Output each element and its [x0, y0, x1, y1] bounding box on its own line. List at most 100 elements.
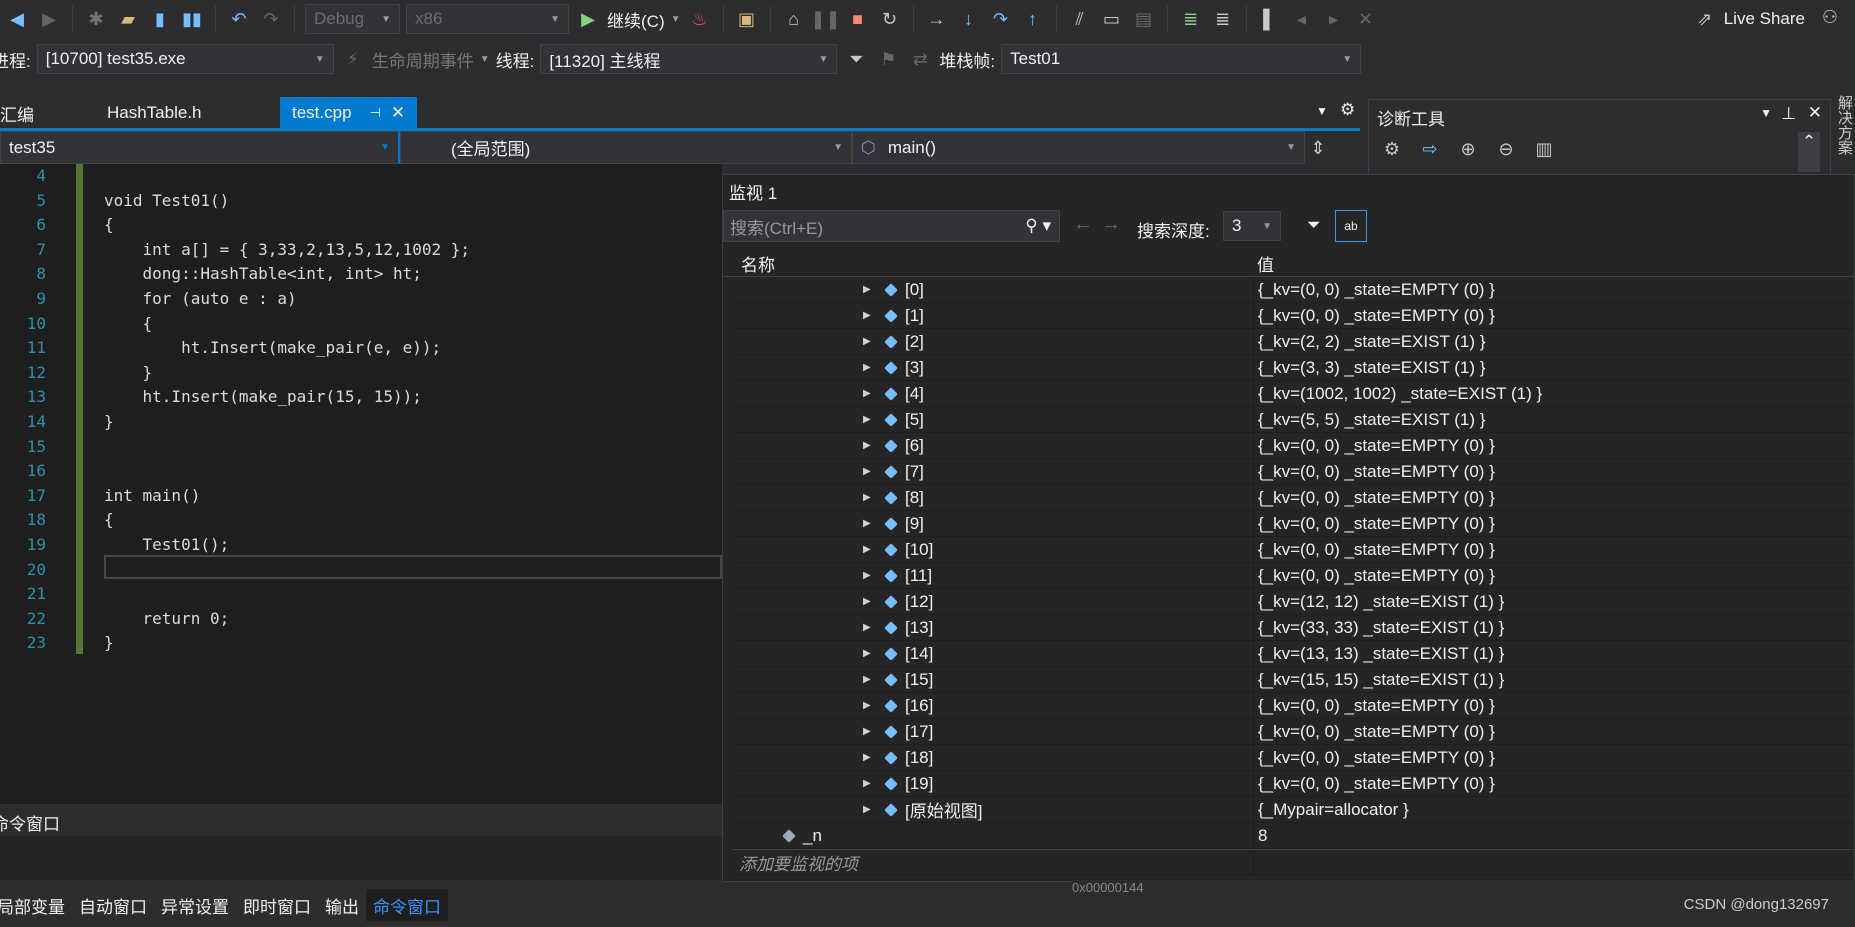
- expand-icon[interactable]: ▶: [863, 518, 871, 529]
- watch-row[interactable]: ▶ [14] {_kv=(13, 13) _state=EXIST (1) }: [733, 641, 1854, 667]
- expand-icon[interactable]: ▶: [863, 570, 871, 581]
- expand-icon[interactable]: ▶: [863, 622, 871, 633]
- watch-row[interactable]: ▶ [2] {_kv=(2, 2) _state=EXIST (1) }: [733, 329, 1854, 355]
- close-icon[interactable]: ✕: [1808, 103, 1822, 123]
- watch-row[interactable]: ▶ [1] {_kv=(0, 0) _state=EMPTY (0) }: [733, 303, 1854, 329]
- watch-row[interactable]: ▶ [0] {_kv=(0, 0) _state=EMPTY (0) }: [733, 277, 1854, 303]
- expand-icon[interactable]: ▶: [863, 310, 871, 321]
- prev-bookmark-icon[interactable]: ◂: [1289, 6, 1315, 32]
- bottom-tab[interactable]: 异常设置: [154, 889, 236, 921]
- split-icon[interactable]: ⇕: [1305, 135, 1331, 161]
- find-file-icon[interactable]: ▣: [734, 6, 760, 32]
- bottom-tab[interactable]: 输出: [318, 889, 366, 921]
- expand-icon[interactable]: ▶: [863, 648, 871, 659]
- watch-row[interactable]: _n 8: [733, 823, 1854, 849]
- chart-icon[interactable]: ▥: [1531, 136, 1557, 162]
- pin-icon[interactable]: ⊣: [370, 105, 381, 121]
- show-next-statement-icon[interactable]: →: [924, 6, 950, 32]
- watch-row[interactable]: ▶ [5] {_kv=(5, 5) _state=EXIST (1) }: [733, 407, 1854, 433]
- expand-icon[interactable]: ▶: [863, 466, 871, 477]
- search-depth-select[interactable]: 3 ▼: [1223, 211, 1281, 241]
- expand-icon[interactable]: ▶: [863, 596, 871, 607]
- solution-explorer-side-tab[interactable]: 解决方案: [1836, 95, 1855, 155]
- open-folder-icon[interactable]: ▰: [115, 6, 141, 32]
- watch-row[interactable]: ▶ [16] {_kv=(0, 0) _state=EMPTY (0) }: [733, 693, 1854, 719]
- watch-row[interactable]: ▶ [9] {_kv=(0, 0) _state=EMPTY (0) }: [733, 511, 1854, 537]
- bottom-tab[interactable]: 局部变量: [0, 889, 72, 921]
- select-icon[interactable]: ▭: [1099, 6, 1125, 32]
- project-select[interactable]: test35 ▼: [0, 131, 400, 164]
- code-editor[interactable]: 4 5 void Test01() 6 {7 int a[] = { 3,33,2,13…: [0, 164, 722, 804]
- chevron-down-icon[interactable]: ▼: [480, 54, 490, 65]
- search-icon[interactable]: ⚲ ▾: [1025, 216, 1051, 236]
- toggle-icon[interactable]: ⇄: [907, 46, 933, 72]
- hex-icon[interactable]: ⫽: [1067, 6, 1093, 32]
- tab-disassembly[interactable]: 汇编: [0, 97, 95, 129]
- expand-icon[interactable]: ▶: [863, 336, 871, 347]
- chevron-down-icon[interactable]: ▼: [671, 14, 681, 25]
- config-select[interactable]: Debug ▼: [305, 4, 400, 34]
- expand-icon[interactable]: ▶: [863, 804, 871, 815]
- member-select[interactable]: ⬡ main() ▼: [852, 131, 1305, 164]
- bottom-tab[interactable]: 命令窗口: [366, 889, 448, 921]
- dropdown-icon[interactable]: ▼: [1760, 106, 1772, 120]
- expand-icon[interactable]: ▶: [863, 492, 871, 503]
- live-share-button[interactable]: ⇗ Live Share: [1692, 6, 1805, 32]
- expand-icon[interactable]: ▶: [863, 726, 871, 737]
- thread-select[interactable]: [11320] 主线程 ▼: [540, 44, 838, 74]
- undo-icon[interactable]: ↶: [226, 6, 252, 32]
- expand-icon[interactable]: ▶: [863, 414, 871, 425]
- step-over-icon[interactable]: ↷: [988, 6, 1014, 32]
- indent-icon[interactable]: ≣: [1178, 6, 1204, 32]
- app-home-icon[interactable]: ⌂: [781, 6, 807, 32]
- play-icon[interactable]: ▶: [575, 6, 601, 32]
- settings-icon[interactable]: ⚙: [1379, 136, 1405, 162]
- tab-hashtable-h[interactable]: HashTable.h: [95, 97, 280, 129]
- watch-row[interactable]: ▶ [3] {_kv=(3, 3) _state=EXIST (1) }: [733, 355, 1854, 381]
- filter-pin-icon[interactable]: ⏷: [1307, 215, 1321, 235]
- next-bookmark-icon[interactable]: ▸: [1321, 6, 1347, 32]
- expand-icon[interactable]: ▶: [863, 752, 871, 763]
- settings-icon[interactable]: ⚙: [1340, 100, 1355, 120]
- watch-row[interactable]: ▶ [7] {_kv=(0, 0) _state=EMPTY (0) }: [733, 459, 1854, 485]
- forward-icon[interactable]: ▶: [36, 6, 62, 32]
- pause-icon[interactable]: ❚❚: [810, 6, 840, 32]
- restart-icon[interactable]: ↻: [877, 6, 903, 32]
- expand-icon[interactable]: ▶: [863, 362, 871, 373]
- expand-icon[interactable]: ▶: [863, 440, 871, 451]
- watch-row[interactable]: ▶ [12] {_kv=(12, 12) _state=EXIST (1) }: [733, 589, 1854, 615]
- watch-row[interactable]: ▶ [10] {_kv=(0, 0) _state=EMPTY (0) }: [733, 537, 1854, 563]
- stack-frame-select[interactable]: Test01 ▼: [1001, 44, 1362, 74]
- zoom-out-icon[interactable]: ⊖: [1493, 136, 1519, 162]
- continue-button[interactable]: 继续(C): [607, 7, 665, 32]
- watch-search-input[interactable]: 搜索(Ctrl+E) ⚲ ▾: [723, 210, 1060, 242]
- column-name[interactable]: 名称: [723, 251, 1253, 276]
- watch-row[interactable]: ▶ [4] {_kv=(1002, 1002) _state=EXIST (1) }: [733, 381, 1854, 407]
- expand-icon[interactable]: ▶: [863, 388, 871, 399]
- view-as-text-icon[interactable]: ab: [1335, 210, 1367, 242]
- command-window-body[interactable]: [0, 836, 722, 880]
- add-watch-row[interactable]: 添加要监视的项: [733, 849, 1854, 875]
- expand-icon[interactable]: ▶: [863, 700, 871, 711]
- back-icon[interactable]: ◀: [4, 6, 30, 32]
- step-into-icon[interactable]: ↓: [956, 6, 982, 32]
- redo-icon[interactable]: ↷: [258, 6, 284, 32]
- watch-row[interactable]: ▶ [15] {_kv=(15, 15) _state=EXIST (1) }: [733, 667, 1854, 693]
- forward-arrow-icon[interactable]: →: [1101, 213, 1121, 236]
- tab-list-dropdown-icon[interactable]: ▼: [1316, 104, 1328, 118]
- watch-row[interactable]: ▶ [17] {_kv=(0, 0) _state=EMPTY (0) }: [733, 719, 1854, 745]
- scope-select[interactable]: (全局范围) ▼: [400, 131, 852, 164]
- export-icon[interactable]: ⇨: [1417, 136, 1443, 162]
- zoom-in-icon[interactable]: ⊕: [1455, 136, 1481, 162]
- watch-row[interactable]: ▶ [原始视图] {_Mypair=allocator }: [733, 797, 1854, 823]
- clear-bookmark-icon[interactable]: ✕: [1353, 6, 1379, 32]
- bookmark-icon[interactable]: ▌: [1257, 6, 1283, 32]
- watch-row[interactable]: ▶ [18] {_kv=(0, 0) _state=EMPTY (0) }: [733, 745, 1854, 771]
- expand-icon[interactable]: ▶: [863, 284, 871, 295]
- stop-icon[interactable]: ■: [845, 6, 871, 32]
- step-out-icon[interactable]: ↑: [1020, 6, 1046, 32]
- threads-icon[interactable]: ▤: [1131, 6, 1157, 32]
- watch-row[interactable]: ▶ [11] {_kv=(0, 0) _state=EMPTY (0) }: [733, 563, 1854, 589]
- column-value[interactable]: 值: [1253, 251, 1274, 276]
- close-tab-icon[interactable]: ✕: [391, 103, 405, 123]
